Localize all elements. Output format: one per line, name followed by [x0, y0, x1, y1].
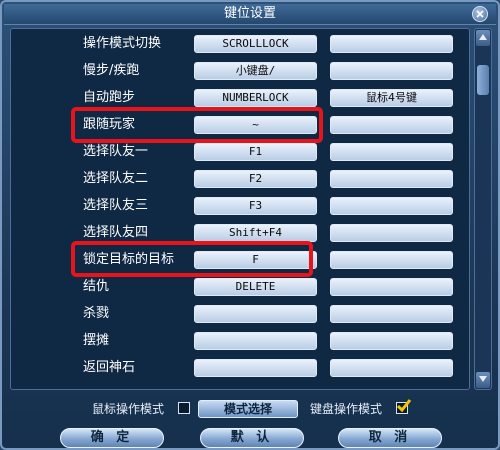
- primary-key-field[interactable]: 小键盘/: [194, 62, 317, 80]
- mouse-mode-label: 鼠标操作模式: [92, 402, 165, 416]
- primary-key-field[interactable]: F1: [194, 143, 317, 161]
- secondary-key-field[interactable]: [330, 359, 453, 377]
- action-label: 选择队友三: [83, 198, 149, 213]
- scroll-down-button[interactable]: [476, 372, 490, 388]
- secondary-key-field[interactable]: [330, 35, 453, 53]
- list-scrollbar[interactable]: [474, 28, 492, 390]
- primary-key-field[interactable]: Shift+F4: [194, 224, 317, 242]
- action-label: 选择队友一: [83, 144, 149, 159]
- confirm-button[interactable]: 确 定: [60, 428, 164, 448]
- secondary-key-field[interactable]: [330, 197, 453, 215]
- secondary-key-field[interactable]: [330, 278, 453, 296]
- scroll-thumb[interactable]: [477, 65, 489, 95]
- action-label: 选择队友二: [83, 171, 149, 186]
- default-button[interactable]: 默 认: [200, 428, 304, 448]
- close-button[interactable]: [472, 6, 488, 22]
- keyboard-mode-checkbox[interactable]: [396, 399, 412, 414]
- secondary-key-field[interactable]: [330, 116, 453, 134]
- action-label: 操作模式切换: [83, 36, 162, 51]
- secondary-key-field[interactable]: [330, 62, 453, 80]
- cancel-button[interactable]: 取 消: [338, 428, 442, 448]
- keybinding-row: 结仇 DELETE: [11, 274, 469, 300]
- dialog-titlebar: 键位设置: [4, 4, 496, 25]
- primary-key-field[interactable]: F3: [194, 197, 317, 215]
- scroll-up-button[interactable]: [476, 30, 490, 46]
- action-label: 杀戮: [83, 306, 110, 321]
- primary-key-field[interactable]: [194, 359, 317, 377]
- check-mark-icon: [396, 399, 412, 413]
- primary-key-field[interactable]: NUMBERLOCK: [194, 89, 317, 107]
- secondary-key-field[interactable]: [330, 251, 453, 269]
- action-label: 结仇: [83, 279, 110, 294]
- mode-select-button[interactable]: 模式选择: [198, 400, 298, 418]
- primary-key-field[interactable]: SCROLLLOCK: [194, 35, 317, 53]
- secondary-key-field[interactable]: 鼠标4号键: [330, 89, 453, 107]
- action-label: 返回神石: [83, 360, 136, 375]
- secondary-key-field[interactable]: [330, 224, 453, 242]
- action-label: 自动跑步: [83, 90, 136, 105]
- secondary-key-field[interactable]: [330, 143, 453, 161]
- primary-key-field[interactable]: DELETE: [194, 278, 317, 296]
- keybinding-row: 慢步/疾跑 小键盘/: [11, 58, 469, 84]
- highlight-frame-follow-player: [71, 107, 323, 143]
- keybinding-row: 选择队友二 F2: [11, 166, 469, 192]
- arrow-down-icon: [479, 376, 487, 382]
- secondary-key-field[interactable]: [330, 305, 453, 323]
- dialog-title: 键位设置: [223, 6, 276, 21]
- keybinding-row: 摆摊: [11, 328, 469, 354]
- primary-key-field[interactable]: F2: [194, 170, 317, 188]
- keybinding-dialog: 键位设置 操作模式切换 SCROLLLOCK 慢步/疾跑 小键盘/ 自动跑步 N…: [0, 0, 500, 450]
- secondary-key-field[interactable]: [330, 170, 453, 188]
- primary-key-field[interactable]: [194, 332, 317, 350]
- keybinding-row: 选择队友三 F3: [11, 193, 469, 219]
- keybinding-row: 操作模式切换 SCROLLLOCK: [11, 31, 469, 57]
- mouse-mode-checkbox[interactable]: [178, 402, 190, 414]
- keybinding-row: 杀戮: [11, 301, 469, 327]
- primary-key-field[interactable]: [194, 305, 317, 323]
- highlight-frame-target-of-target: [71, 241, 313, 277]
- keybinding-list: 操作模式切换 SCROLLLOCK 慢步/疾跑 小键盘/ 自动跑步 NUMBER…: [10, 28, 470, 390]
- operation-mode-row: 鼠标操作模式 模式选择 键盘操作模式: [2, 398, 500, 420]
- action-label: 慢步/疾跑: [83, 63, 140, 78]
- close-icon: [476, 10, 484, 18]
- keyboard-mode-label: 键盘操作模式: [310, 402, 383, 416]
- keybinding-row: 返回神石: [11, 355, 469, 381]
- secondary-key-field[interactable]: [330, 332, 453, 350]
- action-label: 选择队友四: [83, 225, 149, 240]
- arrow-up-icon: [479, 34, 487, 40]
- action-label: 摆摊: [83, 333, 110, 348]
